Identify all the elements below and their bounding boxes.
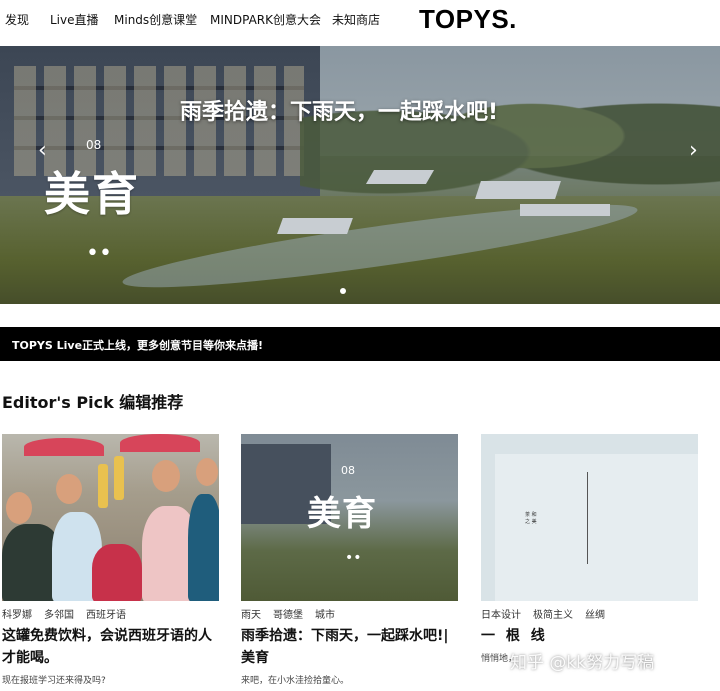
tag[interactable]: 雨天 [241, 610, 261, 621]
article-tags: 日本设计 极简主义 丝绸 [481, 606, 617, 621]
umbrella [24, 438, 104, 456]
article-card[interactable]: 科罗娜 多邻国 西班牙语 这罐免费饮料，会说西班牙语的人才能喝。 现在报班学习还来得… [2, 434, 219, 686]
tag[interactable]: 极简主义 [533, 610, 573, 621]
nav-item-mindpark[interactable]: MINDPARK创意大会 [210, 11, 321, 28]
hero-overlay-number: 08 [86, 138, 102, 152]
article-title[interactable]: 这罐免费饮料，会说西班牙语的人才能喝。 [2, 625, 219, 669]
hero-rock [475, 181, 561, 199]
section-title: Editor's Pick 编辑推荐 [2, 393, 184, 412]
image-mini-text: 茶 和 之 美 [525, 512, 537, 525]
image-thread-line [587, 472, 588, 564]
carousel-indicator[interactable] [340, 288, 346, 294]
topys-logo[interactable]: TOPYS. [419, 4, 517, 35]
tag[interactable]: 西班牙语 [86, 610, 126, 621]
bottle [98, 464, 108, 508]
hero-rock [277, 218, 353, 234]
person-head [6, 492, 32, 524]
article-image[interactable]: 茶 和 之 美 [481, 434, 698, 601]
article-title[interactable]: 一 根 线 [481, 625, 698, 647]
announcement-bar[interactable]: TOPYS Live正式上线，更多创意节目等你来点播! [0, 327, 720, 361]
umbrella [120, 434, 200, 452]
chevron-left-icon[interactable]: ‹ [38, 138, 47, 163]
bottle [114, 456, 124, 500]
tag[interactable]: 科罗娜 [2, 610, 32, 621]
person-head [196, 458, 218, 486]
hero-banner[interactable]: 雨季拾遗：下雨天，一起踩水吧! 08 美育 •• ‹ › [0, 46, 720, 304]
nav-item-discover[interactable]: 发现 [5, 11, 29, 28]
nav-item-minds[interactable]: Minds创意课堂 [114, 11, 197, 28]
hero-overlay-dots: •• [86, 241, 112, 266]
article-image[interactable] [2, 434, 219, 601]
nav-item-store[interactable]: 未知商店 [332, 11, 380, 28]
person [188, 494, 219, 601]
tag[interactable]: 城市 [315, 610, 335, 621]
image-overlay-text: 美育 [307, 494, 377, 534]
zhihu-watermark: 知乎 @kk努力写稿 [510, 653, 655, 673]
article-desc: 来吧，在小水洼捡拾童心。 [241, 676, 350, 686]
nav-item-live[interactable]: Live直播 [50, 11, 99, 28]
person-head [152, 460, 180, 492]
tag[interactable]: 日本设计 [481, 610, 521, 621]
tag[interactable]: 哥德堡 [273, 610, 303, 621]
tag[interactable]: 多邻国 [44, 610, 74, 621]
image-panel [495, 454, 698, 601]
hero-rock [520, 204, 610, 216]
tag[interactable]: 丝绸 [585, 610, 605, 621]
image-number: 08 [341, 464, 355, 477]
hero-overlay-text: 美育 [44, 167, 140, 221]
article-card[interactable]: 茶 和 之 美 日本设计 极简主义 丝绸 一 根 线 悄悄地， [481, 434, 698, 664]
top-nav: 发现 Live直播 Minds创意课堂 MINDPARK创意大会 未知商店 TO… [0, 0, 720, 40]
article-title[interactable]: 雨季拾遗：下雨天，一起踩水吧!| 美育 [241, 625, 458, 669]
image-dots: •• [345, 550, 362, 566]
article-desc: 现在报班学习还来得及吗? [2, 676, 106, 686]
person-head [56, 474, 82, 504]
hero-rock [365, 170, 435, 184]
hero-title[interactable]: 雨季拾遗：下雨天，一起踩水吧! [180, 94, 498, 126]
announcement-text: TOPYS Live正式上线，更多创意节目等你来点播! [12, 339, 264, 352]
chevron-right-icon[interactable]: › [689, 138, 698, 163]
article-tags: 科罗娜 多邻国 西班牙语 [2, 606, 138, 621]
article-image[interactable]: 08 美育 •• [241, 434, 458, 601]
article-card[interactable]: 08 美育 •• 雨天 哥德堡 城市 雨季拾遗：下雨天，一起踩水吧!| 美育 来吧，… [241, 434, 458, 686]
article-tags: 雨天 哥德堡 城市 [241, 606, 347, 621]
person [92, 544, 142, 601]
